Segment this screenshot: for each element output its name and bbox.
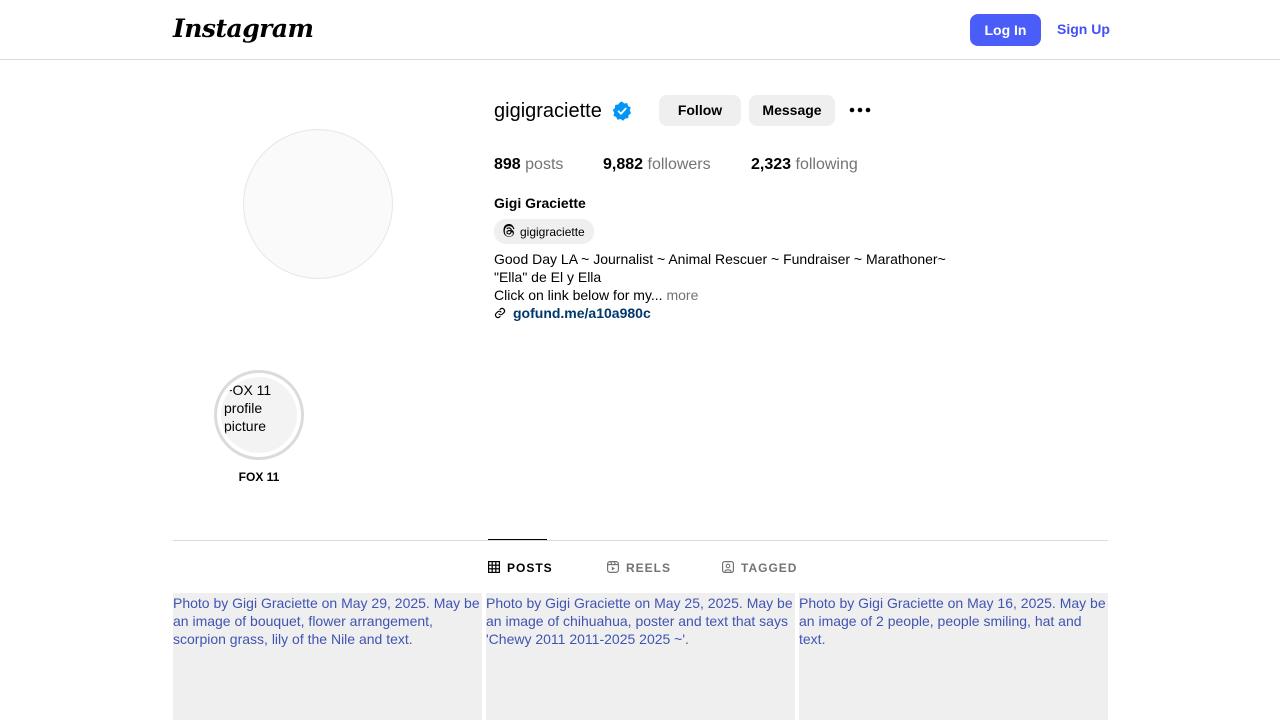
post-thumbnail[interactable]: Photo by Gigi Graciette on May 16, 2025.… [799,593,1108,720]
bio-line-1: Good Day LA ~ Journalist ~ Animal Rescue… [494,251,946,267]
verified-badge-icon [612,101,631,121]
threads-icon [503,224,515,237]
following-label: following [795,156,858,173]
tab-posts[interactable]: POSTS [488,560,552,576]
posts-label: posts [525,156,564,173]
followers-count: 9,882 [603,156,644,173]
tab-reels[interactable]: REELS [607,560,670,576]
tab-tagged[interactable]: TAGGED [722,560,798,576]
tab-reels-label: REELS [626,561,672,575]
instagram-logo[interactable]: Instagram [173,14,314,43]
posts-count-stat: 898 posts [494,156,563,174]
post-image-alt: Photo by Gigi Graciette on May 29, 2025.… [173,595,480,647]
post-image-alt: Photo by Gigi Graciette on May 25, 2025.… [486,595,793,647]
post-thumbnail[interactable]: Photo by Gigi Graciette on May 25, 2025.… [486,593,795,720]
threads-badge[interactable]: gigigraciette [494,219,594,244]
posts-count: 898 [494,156,521,173]
followers-label: followers [647,156,711,173]
story-highlight[interactable]: FOX 11 profile picture [214,370,304,460]
link-icon [494,307,506,319]
following-count-stat[interactable]: 2,323 following [751,156,858,174]
post-thumbnail[interactable]: Photo by Gigi Graciette on May 29, 2025.… [173,593,482,720]
profile-full-name: Gigi Graciette [494,195,586,211]
post-image-alt: Photo by Gigi Graciette on May 16, 2025.… [799,595,1106,647]
external-link-text: gofund.me/a10a980c [513,305,651,321]
tab-posts-label: POSTS [507,561,553,575]
more-options-icon[interactable] [848,100,872,120]
bio-line-3-wrapper: Click on link below for my... more [494,287,698,303]
sign-up-link[interactable]: Sign Up [1057,21,1110,37]
reels-icon [607,561,619,573]
highlight-image-alt: FOX 11 profile picture [221,377,297,453]
bio-line-2: "Ella" de El y Ella [494,269,602,285]
message-button[interactable]: Message [749,95,835,126]
tab-tagged-label: TAGGED [741,561,798,575]
tabs-divider [173,540,1108,541]
threads-handle: gigigraciette [520,225,585,239]
bio-more-link[interactable]: more [666,287,698,303]
highlight-title: FOX 11 [238,470,280,484]
grid-icon [488,561,500,573]
following-count: 2,323 [751,156,792,173]
followers-count-stat[interactable]: 9,882 followers [603,156,711,174]
active-tab-indicator [488,539,547,540]
top-navigation-bar: Instagram Log In Sign Up [0,0,1280,60]
tagged-icon [722,561,734,573]
bio-line-3: Click on link below for my... [494,287,663,303]
follow-button[interactable]: Follow [659,95,741,126]
profile-username: gigigraciette [494,100,602,122]
log-in-button[interactable]: Log In [970,14,1041,46]
profile-avatar[interactable] [243,129,393,279]
